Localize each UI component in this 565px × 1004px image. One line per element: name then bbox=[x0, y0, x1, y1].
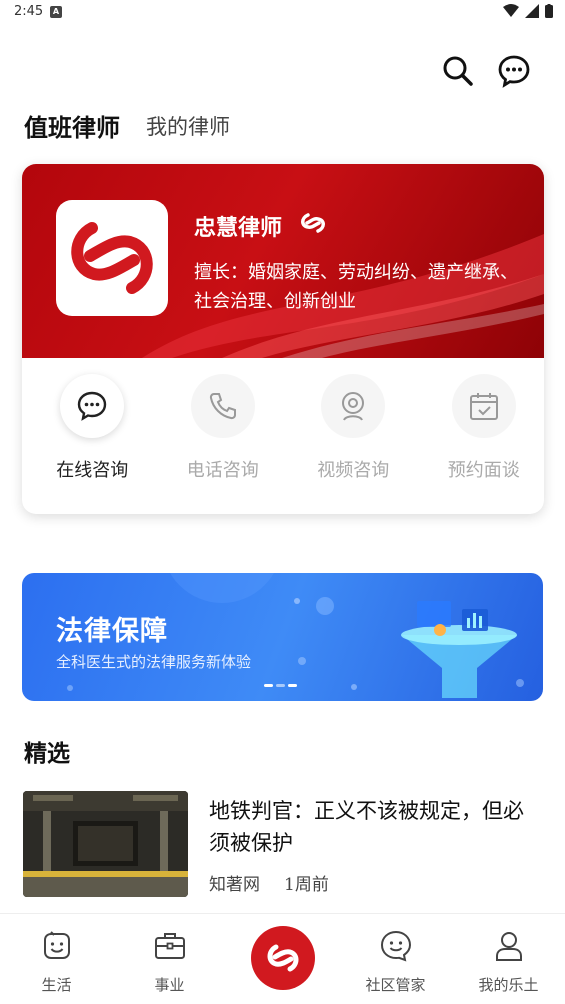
brand-fab[interactable] bbox=[251, 926, 315, 990]
lawyer-tabs: 值班律师 我的律师 bbox=[24, 108, 230, 145]
service-label: 电话咨询 bbox=[186, 460, 259, 481]
lawyer-card[interactable]: 忠慧律师 擅长：婚姻家庭、劳动纠纷、遗产继承、社会治理、创新创业 在线咨询 电话… bbox=[22, 164, 544, 514]
lawyer-name: 忠慧律师 bbox=[194, 215, 283, 241]
status-time: 2:45 bbox=[14, 4, 44, 19]
legal-banner[interactable]: 法律保障 全科医生式的法律服务新体验 bbox=[22, 573, 543, 701]
nav-label: 社区管家 bbox=[365, 976, 426, 994]
tab-duty-lawyer[interactable]: 值班律师 bbox=[24, 108, 120, 145]
lawyer-specialty: 擅长：婚姻家庭、劳动纠纷、遗产继承、社会治理、创新创业 bbox=[194, 262, 518, 312]
nav-label: 事业 bbox=[154, 976, 185, 994]
service-online-consult[interactable]: 在线咨询 bbox=[32, 374, 153, 482]
face-bubble-icon bbox=[380, 930, 411, 962]
article-title: 地铁判官：正义不该被规定，但必须被保护 bbox=[209, 799, 524, 855]
webcam-icon bbox=[342, 392, 365, 421]
article-time: 1周前 bbox=[284, 875, 329, 895]
article-thumbnail bbox=[23, 791, 188, 897]
verified-badge-icon bbox=[301, 213, 325, 233]
battery-icon bbox=[545, 4, 553, 18]
nav-career[interactable]: 事业 bbox=[113, 914, 226, 1004]
service-appointment[interactable]: 预约面谈 bbox=[424, 374, 545, 482]
lawyer-card-header: 忠慧律师 擅长：婚姻家庭、劳动纠纷、遗产继承、社会治理、创新创业 bbox=[22, 164, 544, 358]
nav-my-paradise[interactable]: 我的乐土 bbox=[452, 914, 565, 1004]
service-video-consult[interactable]: 视频咨询 bbox=[293, 374, 414, 482]
brand-logo-icon bbox=[267, 944, 299, 972]
calendar-check-icon bbox=[469, 393, 498, 420]
service-label: 视频咨询 bbox=[317, 460, 390, 481]
chat-bubble-icon[interactable] bbox=[497, 54, 531, 88]
signal-icon bbox=[525, 4, 539, 18]
subway-station-image bbox=[23, 791, 188, 897]
lawyer-logo-icon bbox=[71, 222, 153, 294]
smile-icon bbox=[43, 931, 70, 959]
service-label: 预约面谈 bbox=[447, 460, 520, 481]
status-bar: 2:45 A bbox=[0, 0, 565, 24]
wifi-icon bbox=[503, 4, 519, 17]
phone-icon bbox=[209, 393, 236, 420]
tab-my-lawyer[interactable]: 我的律师 bbox=[146, 111, 230, 143]
nav-label: 我的乐土 bbox=[478, 976, 539, 994]
banner-title: 法律保障 bbox=[56, 616, 168, 647]
nav-community[interactable]: 社区管家 bbox=[339, 914, 452, 1004]
banner-subtitle: 全科医生式的法律服务新体验 bbox=[56, 653, 252, 671]
nav-life[interactable]: 生活 bbox=[0, 914, 113, 1004]
chat-icon bbox=[78, 391, 107, 421]
pagination-dot bbox=[264, 684, 273, 687]
article-meta: 知著网 1周前 bbox=[209, 870, 329, 895]
lawyer-avatar bbox=[56, 200, 168, 316]
service-phone-consult[interactable]: 电话咨询 bbox=[163, 374, 284, 482]
status-icons bbox=[503, 4, 553, 18]
search-icon[interactable] bbox=[441, 54, 475, 88]
article-source: 知著网 bbox=[209, 875, 260, 895]
consult-services: 在线咨询 电话咨询 视频咨询 预约面谈 bbox=[22, 374, 544, 482]
header-actions bbox=[441, 54, 531, 88]
notification-icon: A bbox=[50, 6, 62, 18]
briefcase-icon bbox=[154, 933, 185, 959]
pagination-dot bbox=[288, 684, 297, 687]
nav-home[interactable] bbox=[226, 914, 339, 1004]
banner-pagination bbox=[264, 684, 297, 687]
user-icon bbox=[495, 932, 522, 961]
featured-section-title: 精选 bbox=[24, 734, 70, 769]
article-card[interactable]: 地铁判官：正义不该被规定，但必须被保护 知著网 1周前 bbox=[23, 791, 543, 897]
pagination-dot bbox=[276, 684, 285, 687]
service-label: 在线咨询 bbox=[56, 460, 129, 481]
bottom-nav: 生活 事业 社区管家 我的乐土 bbox=[0, 913, 565, 1004]
nav-label: 生活 bbox=[41, 976, 72, 994]
